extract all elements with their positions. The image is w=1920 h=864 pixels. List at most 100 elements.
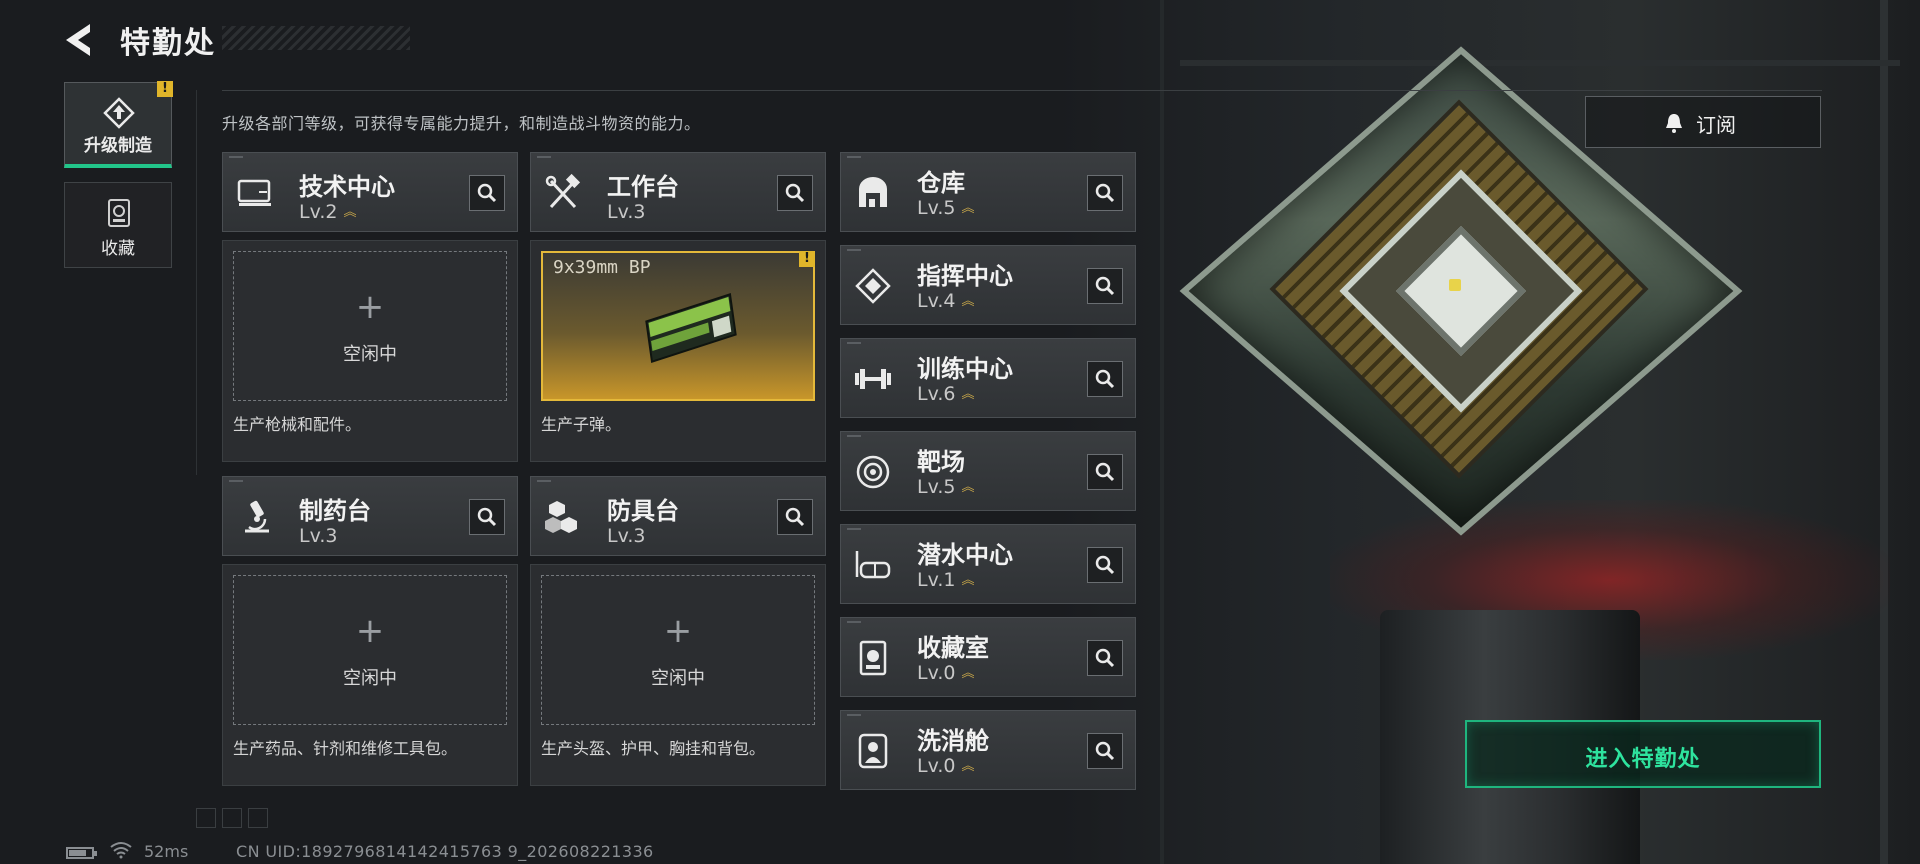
search-icon xyxy=(785,183,805,203)
inspect-button[interactable] xyxy=(1087,454,1123,490)
dept-card-tech-center[interactable]: 技术中心 Lv.2 ︽ xyxy=(222,152,518,232)
upgrade-available-icon: ︽ xyxy=(961,479,975,495)
slot-status: 空闲中 xyxy=(651,668,705,689)
inspect-button[interactable] xyxy=(469,175,505,211)
dept-name: 洗消舱 xyxy=(917,727,989,755)
inspect-button[interactable] xyxy=(1087,268,1123,304)
collection-icon xyxy=(108,199,130,227)
battery-icon xyxy=(66,847,97,859)
dumbbell-icon xyxy=(855,369,891,389)
subscribe-button[interactable]: 订阅 xyxy=(1585,96,1821,148)
divider xyxy=(196,90,197,475)
upgrade-available-icon: ︽ xyxy=(961,572,975,588)
tab-collection[interactable]: 收藏 xyxy=(64,182,172,268)
production-panel-workbench: 9x39mm BP ! 生产子弹。 xyxy=(530,240,826,462)
produce-description: 生产头盔、护甲、胸挂和背包。 xyxy=(541,739,766,758)
dept-level: Lv.2 xyxy=(299,201,338,223)
page-description: 升级各部门等级，可获得专属能力提升，和制造战斗物资的能力。 xyxy=(222,114,701,133)
dept-name: 制药台 xyxy=(299,497,371,525)
production-panel-tech-center: + 空闲中 生产枪械和配件。 xyxy=(222,240,518,462)
dept-row-warehouse[interactable]: 仓库 Lv.5 ︽ xyxy=(840,152,1136,232)
upgrade-available-icon: ︽ xyxy=(961,200,975,216)
dept-card-workbench[interactable]: 工作台 Lv.3 xyxy=(530,152,826,232)
enter-hideout-label: 进入特勤处 xyxy=(1585,747,1701,772)
slot-status: 空闲中 xyxy=(343,344,397,365)
title-decoration xyxy=(222,26,410,50)
ping-value: 52ms xyxy=(144,842,189,861)
dept-level: Lv.5 xyxy=(917,197,956,219)
dept-row-diving-center[interactable]: 潜水中心 Lv.1 ︽ xyxy=(840,524,1136,604)
upgrade-available-icon: ︽ xyxy=(961,293,975,309)
decoration xyxy=(196,808,274,832)
dept-name: 工作台 xyxy=(607,173,679,201)
producing-item-slot[interactable]: 9x39mm BP ! xyxy=(541,251,815,401)
divider xyxy=(222,90,1822,91)
ammo-box-icon xyxy=(645,292,737,364)
alert-badge: ! xyxy=(157,81,173,97)
inspect-button[interactable] xyxy=(1087,361,1123,397)
decontamination-icon xyxy=(858,733,888,769)
tools-icon xyxy=(545,173,581,209)
tab-label: 收藏 xyxy=(101,239,135,259)
inspect-button[interactable] xyxy=(1087,175,1123,211)
microscope-icon xyxy=(245,500,269,533)
back-button[interactable] xyxy=(60,20,100,60)
collection-room-icon xyxy=(859,640,887,676)
inspect-button[interactable] xyxy=(1087,640,1123,676)
add-icon: + xyxy=(355,287,385,327)
upgrade-available-icon: ︽ xyxy=(961,758,975,774)
enter-hideout-button[interactable]: 进入特勤处 xyxy=(1465,720,1821,788)
dept-name: 训练中心 xyxy=(917,355,1013,383)
search-icon xyxy=(1095,276,1115,296)
dept-level: Lv.6 xyxy=(917,383,956,405)
dept-card-armor-bench[interactable]: 防具台 Lv.3 xyxy=(530,476,826,556)
search-icon xyxy=(1095,369,1115,389)
status-bar: 52ms CN UID:1892796814142415763 9_202608… xyxy=(0,836,1920,864)
dept-name: 潜水中心 xyxy=(917,541,1013,569)
tab-label: 升级制造 xyxy=(84,136,152,156)
dept-level: Lv.5 xyxy=(917,476,956,498)
dept-level: Lv.3 xyxy=(607,201,646,223)
target-icon xyxy=(856,455,890,489)
dept-row-collection-room[interactable]: 收藏室 Lv.0 ︽ xyxy=(840,617,1136,697)
inspect-button[interactable] xyxy=(469,499,505,535)
dept-row-shooting-range[interactable]: 靶场 Lv.5 ︽ xyxy=(840,431,1136,511)
wifi-icon xyxy=(110,842,132,859)
page-title: 特勤处 xyxy=(120,26,216,61)
dept-row-training-center[interactable]: 训练中心 Lv.6 ︽ xyxy=(840,338,1136,418)
produce-description: 生产枪械和配件。 xyxy=(233,415,362,434)
bell-icon xyxy=(1666,114,1682,133)
search-icon xyxy=(1095,462,1115,482)
search-icon xyxy=(477,183,497,203)
dept-card-pharmacy[interactable]: 制药台 Lv.3 xyxy=(222,476,518,556)
search-icon xyxy=(1095,555,1115,575)
search-icon xyxy=(1095,741,1115,761)
inspect-button[interactable] xyxy=(777,499,813,535)
tab-upgrade-craft[interactable]: 升级制造 ! xyxy=(64,81,173,168)
diving-mask-icon xyxy=(855,551,891,579)
command-center-icon xyxy=(855,268,891,304)
dept-level: Lv.0 xyxy=(917,662,956,684)
production-slot[interactable]: + 空闲中 xyxy=(233,251,507,401)
dept-name: 靶场 xyxy=(917,448,965,476)
dept-level: Lv.1 xyxy=(917,569,956,591)
search-icon xyxy=(785,507,805,527)
add-icon: + xyxy=(355,611,385,651)
upgrade-available-icon: ︽ xyxy=(961,665,975,681)
production-slot[interactable]: + 空闲中 xyxy=(541,575,815,725)
produce-description: 生产子弹。 xyxy=(541,415,622,434)
dept-row-command-center[interactable]: 指挥中心 Lv.4 ︽ xyxy=(840,245,1136,325)
slot-status: 空闲中 xyxy=(343,668,397,689)
upgrade-available-icon: ︽ xyxy=(961,386,975,402)
dept-name: 收藏室 xyxy=(917,634,989,662)
subscribe-label: 订阅 xyxy=(1696,113,1736,137)
dept-name: 技术中心 xyxy=(299,173,395,201)
inspect-button[interactable] xyxy=(1087,547,1123,583)
armor-blocks-icon xyxy=(545,501,577,533)
inspect-button[interactable] xyxy=(1087,733,1123,769)
dept-row-decontamination[interactable]: 洗消舱 Lv.0 ︽ xyxy=(840,710,1136,790)
inspect-button[interactable] xyxy=(777,175,813,211)
item-name: 9x39mm BP xyxy=(553,257,651,278)
production-slot[interactable]: + 空闲中 xyxy=(233,575,507,725)
add-icon: + xyxy=(663,611,693,651)
